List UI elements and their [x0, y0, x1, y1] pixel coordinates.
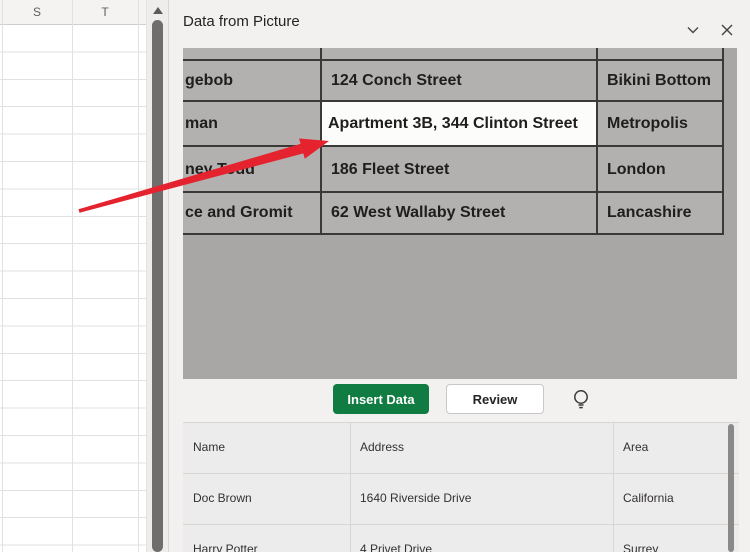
lightbulb-icon[interactable]	[568, 386, 594, 412]
app-window: S T Data from Picture	[0, 0, 750, 552]
photo-cell-address: 124 Conch Street	[331, 72, 462, 90]
results-table[interactable]: Name Address Area Doc Brown 1640 Riversi…	[183, 422, 739, 552]
close-icon[interactable]	[718, 21, 736, 39]
column-divider	[613, 423, 614, 552]
column-header-row[interactable]: S T	[0, 0, 146, 25]
results-cell[interactable]: Doc Brown	[193, 491, 252, 506]
row-divider	[183, 473, 739, 474]
sheet-vertical-scrollbar[interactable]	[146, 0, 168, 552]
picture-preview[interactable]: gebob 124 Conch Street Bikini Bottom man…	[183, 48, 737, 379]
results-cell[interactable]: Harry Potter	[193, 542, 258, 552]
photo-cell-area: Metropolis	[607, 115, 688, 133]
results-cell[interactable]: Surrey	[623, 542, 658, 552]
photo-table-border	[320, 48, 322, 235]
column-header-s[interactable]: S	[2, 0, 72, 25]
results-cell[interactable]: 4 Privet Drive	[360, 542, 432, 552]
results-cell[interactable]: 1640 Riverside Drive	[360, 491, 471, 506]
review-button[interactable]: Review	[446, 384, 544, 414]
photo-cell-name: ce and Gromit	[185, 204, 293, 222]
photo-table-border	[183, 233, 724, 235]
photo-cell-address: 186 Fleet Street	[331, 161, 449, 179]
photo-table-border	[183, 59, 724, 61]
results-header-address: Address	[360, 440, 404, 455]
column-header-t[interactable]: T	[72, 0, 138, 25]
chevron-down-icon[interactable]	[684, 21, 702, 39]
photo-cell-area: Bikini Bottom	[607, 72, 711, 90]
results-header-name: Name	[193, 440, 225, 455]
row-divider	[183, 524, 739, 525]
photo-cell-name: gebob	[185, 72, 233, 90]
gridline	[138, 0, 139, 552]
photo-table-border	[183, 191, 724, 193]
insert-data-button[interactable]: Insert Data	[333, 384, 429, 414]
photo-cell-name: man	[185, 115, 218, 133]
scrollbar-thumb[interactable]	[152, 20, 163, 552]
column-divider	[350, 423, 351, 552]
photo-cell-address: 62 West Wallaby Street	[331, 204, 505, 222]
photo-cell-area: London	[607, 161, 666, 179]
photo-cell-name: ney Todd	[185, 161, 255, 179]
photo-table-border	[596, 48, 598, 235]
data-from-picture-pane: Data from Picture gebob 124 Conch Street…	[168, 0, 750, 552]
photo-table-border	[183, 100, 724, 102]
photo-cell-address: Apartment 3B, 344 Clinton Street	[328, 115, 578, 133]
photo-table-border	[722, 48, 724, 235]
results-header-area: Area	[623, 440, 648, 455]
gridline	[72, 0, 73, 552]
photo-table-border	[183, 145, 724, 147]
spreadsheet-grid[interactable]: S T	[0, 0, 146, 552]
results-cell[interactable]: California	[623, 491, 674, 506]
pane-title: Data from Picture	[183, 13, 300, 30]
scroll-up-icon[interactable]	[153, 7, 163, 14]
photo-cell-area: Lancashire	[607, 204, 691, 222]
results-scrollbar-thumb[interactable]	[728, 424, 734, 552]
grid-cells[interactable]	[0, 25, 146, 552]
gridline	[2, 0, 3, 552]
